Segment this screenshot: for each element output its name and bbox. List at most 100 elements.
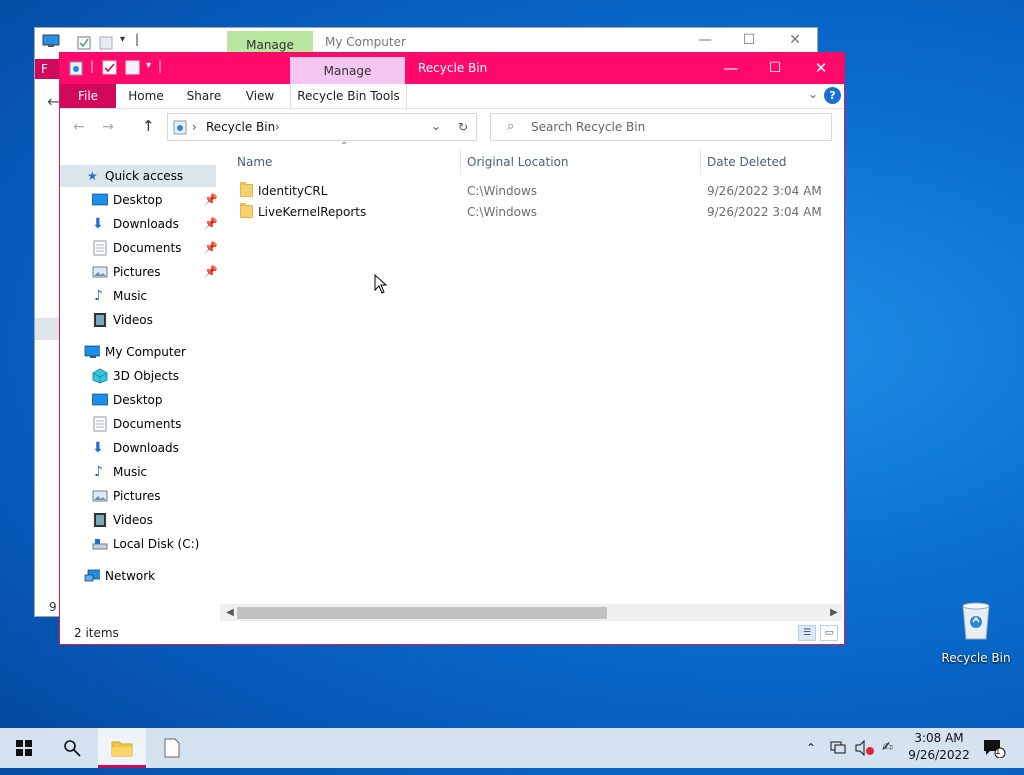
start-button[interactable] — [0, 728, 48, 768]
nav-item-downloads[interactable]: ⬇ Downloads — [60, 437, 218, 459]
column-header-date-deleted[interactable]: Date Deleted — [707, 149, 827, 175]
tab-view[interactable]: View — [236, 84, 284, 108]
clock[interactable]: 3:08 AM 9/26/2022 — [906, 730, 972, 764]
tab-recycle-bin-tools[interactable]: Recycle Bin Tools — [290, 84, 407, 108]
breadcrumb-chevron-icon[interactable]: › — [192, 120, 197, 134]
film-icon — [94, 513, 106, 527]
address-bar[interactable]: › Recycle Bin › ⌄ — [167, 113, 477, 141]
nav-item-documents[interactable]: Documents — [60, 413, 218, 435]
manage-context-tab[interactable]: Manage — [290, 57, 405, 84]
up-button[interactable]: ↑ — [142, 117, 155, 135]
properties-icon[interactable] — [77, 36, 91, 50]
nav-label: Network — [105, 569, 156, 583]
pin-icon[interactable]: 📌 — [204, 189, 218, 211]
bg-maximize-button[interactable]: ☐ — [729, 32, 769, 52]
forward-button[interactable]: → — [97, 119, 119, 137]
tab-share[interactable]: Share — [178, 84, 230, 108]
desktop-recycle-bin[interactable]: Recycle Bin — [940, 600, 1012, 665]
pen-tray-icon[interactable]: ✍ — [882, 728, 893, 768]
bg-minimize-button[interactable]: — — [685, 32, 725, 52]
notification-count: 1 — [995, 747, 1001, 757]
file-explorer-taskbar-button[interactable] — [98, 728, 146, 768]
scrollbar-thumb[interactable] — [237, 607, 607, 619]
search-taskbar-button[interactable] — [48, 728, 96, 768]
search-box[interactable]: ⌕ Search Recycle Bin — [490, 113, 832, 141]
properties-icon[interactable] — [102, 60, 118, 76]
nav-my-computer[interactable]: My Computer — [60, 341, 218, 363]
search-input[interactable]: Search Recycle Bin — [531, 120, 645, 134]
desktop-icon-label: Recycle Bin — [941, 651, 1011, 665]
notifications-button[interactable] — [982, 728, 1006, 768]
row-location: C:\Windows — [467, 184, 538, 198]
recycle-bin-window[interactable]: | ▾ | Manage Recycle Bin — ☐ ✕ File Home… — [59, 52, 845, 645]
breadcrumb-chevron-icon[interactable]: › — [275, 120, 280, 134]
nav-network[interactable]: Network — [60, 565, 218, 587]
pictures-icon — [92, 266, 108, 278]
scroll-right-icon[interactable]: ▶ — [826, 604, 842, 621]
refresh-button[interactable]: ↻ — [450, 113, 477, 141]
close-button[interactable]: ✕ — [798, 53, 844, 84]
music-note-icon: ♪ — [94, 288, 103, 304]
nav-label: Videos — [113, 513, 153, 527]
pin-icon[interactable]: 📌 — [204, 213, 218, 235]
scroll-left-icon[interactable]: ◀ — [222, 604, 238, 621]
nav-item-desktop[interactable]: Desktop 📌 — [60, 189, 218, 211]
status-bar: 2 items ☰ ▭ — [60, 621, 844, 645]
nav-item-desktop[interactable]: Desktop — [60, 389, 218, 411]
row-location: C:\Windows — [467, 205, 538, 219]
nav-item-music[interactable]: ♪ Music — [60, 461, 218, 483]
details-view-icon[interactable]: ☰ — [798, 625, 816, 641]
qa-dropdown-icon[interactable]: ▾ — [120, 34, 125, 45]
folder-icon — [111, 741, 133, 757]
nav-quick-access[interactable]: ★ Quick access — [60, 165, 216, 187]
table-row[interactable]: LiveKernelReports C:\Windows 9/26/2022 3… — [226, 202, 838, 223]
nav-item-downloads[interactable]: ⬇ Downloads 📌 — [60, 213, 218, 235]
back-button[interactable]: ← — [68, 119, 90, 137]
column-divider[interactable] — [700, 149, 701, 175]
new-folder-icon[interactable] — [99, 36, 113, 50]
address-dropdown-icon[interactable]: ⌄ — [431, 119, 441, 133]
document-icon — [93, 416, 107, 432]
nav-item-videos[interactable]: Videos — [60, 309, 218, 331]
pin-icon[interactable]: 📌 — [204, 261, 218, 283]
notepad-taskbar-button[interactable] — [148, 728, 196, 768]
titlebar[interactable]: | ▾ | Manage Recycle Bin — ☐ ✕ — [60, 53, 844, 84]
column-divider[interactable] — [460, 149, 461, 175]
nav-item-pictures[interactable]: Pictures 📌 — [60, 261, 218, 283]
maximize-button[interactable]: ☐ — [752, 53, 798, 84]
show-hidden-icons-icon[interactable]: ⌃ — [806, 728, 816, 768]
expand-ribbon-icon[interactable]: ⌄ — [808, 87, 818, 101]
recycle-bin-small-icon — [173, 120, 187, 135]
nav-label: Downloads — [113, 217, 179, 231]
nav-item-documents[interactable]: Documents 📌 — [60, 237, 218, 259]
new-folder-icon[interactable] — [125, 60, 141, 76]
help-icon[interactable]: ? — [824, 87, 841, 104]
horizontal-scrollbar[interactable]: ◀ ▶ — [220, 604, 842, 621]
nav-item-videos[interactable]: Videos — [60, 509, 218, 531]
nav-item-local-disk[interactable]: Local Disk (C:) — [60, 533, 218, 555]
nav-label: Desktop — [113, 393, 163, 407]
column-header-original-location[interactable]: Original Location — [467, 149, 697, 175]
nav-label: Music — [113, 465, 148, 479]
table-row[interactable]: IdentityCRL C:\Windows 9/26/2022 3:04 AM — [226, 181, 838, 202]
large-icons-view-icon[interactable]: ▭ — [820, 625, 838, 641]
network-tray-icon[interactable] — [830, 728, 848, 768]
tab-home[interactable]: Home — [120, 84, 172, 108]
pin-icon[interactable]: 📌 — [204, 237, 218, 259]
column-header-name[interactable]: Name — [237, 149, 457, 175]
nav-label: Documents — [113, 417, 182, 431]
bg-close-button[interactable]: ✕ — [775, 32, 815, 52]
volume-muted-icon[interactable] — [855, 728, 875, 768]
breadcrumb-recycle-bin[interactable]: Recycle Bin — [206, 120, 275, 134]
nav-label: My Computer — [105, 345, 186, 359]
nav-label: Quick access — [105, 169, 184, 183]
qa-dropdown-icon[interactable]: ▾ — [146, 60, 151, 71]
nav-label: Desktop — [113, 193, 163, 207]
tab-file[interactable]: File — [60, 84, 116, 108]
minimize-button[interactable]: — — [708, 53, 754, 84]
qa-separator: | — [135, 32, 140, 46]
cube-icon — [92, 368, 108, 384]
nav-item-music[interactable]: ♪ Music — [60, 285, 218, 307]
nav-item-pictures[interactable]: Pictures — [60, 485, 218, 507]
nav-item-3d-objects[interactable]: 3D Objects — [60, 365, 218, 387]
